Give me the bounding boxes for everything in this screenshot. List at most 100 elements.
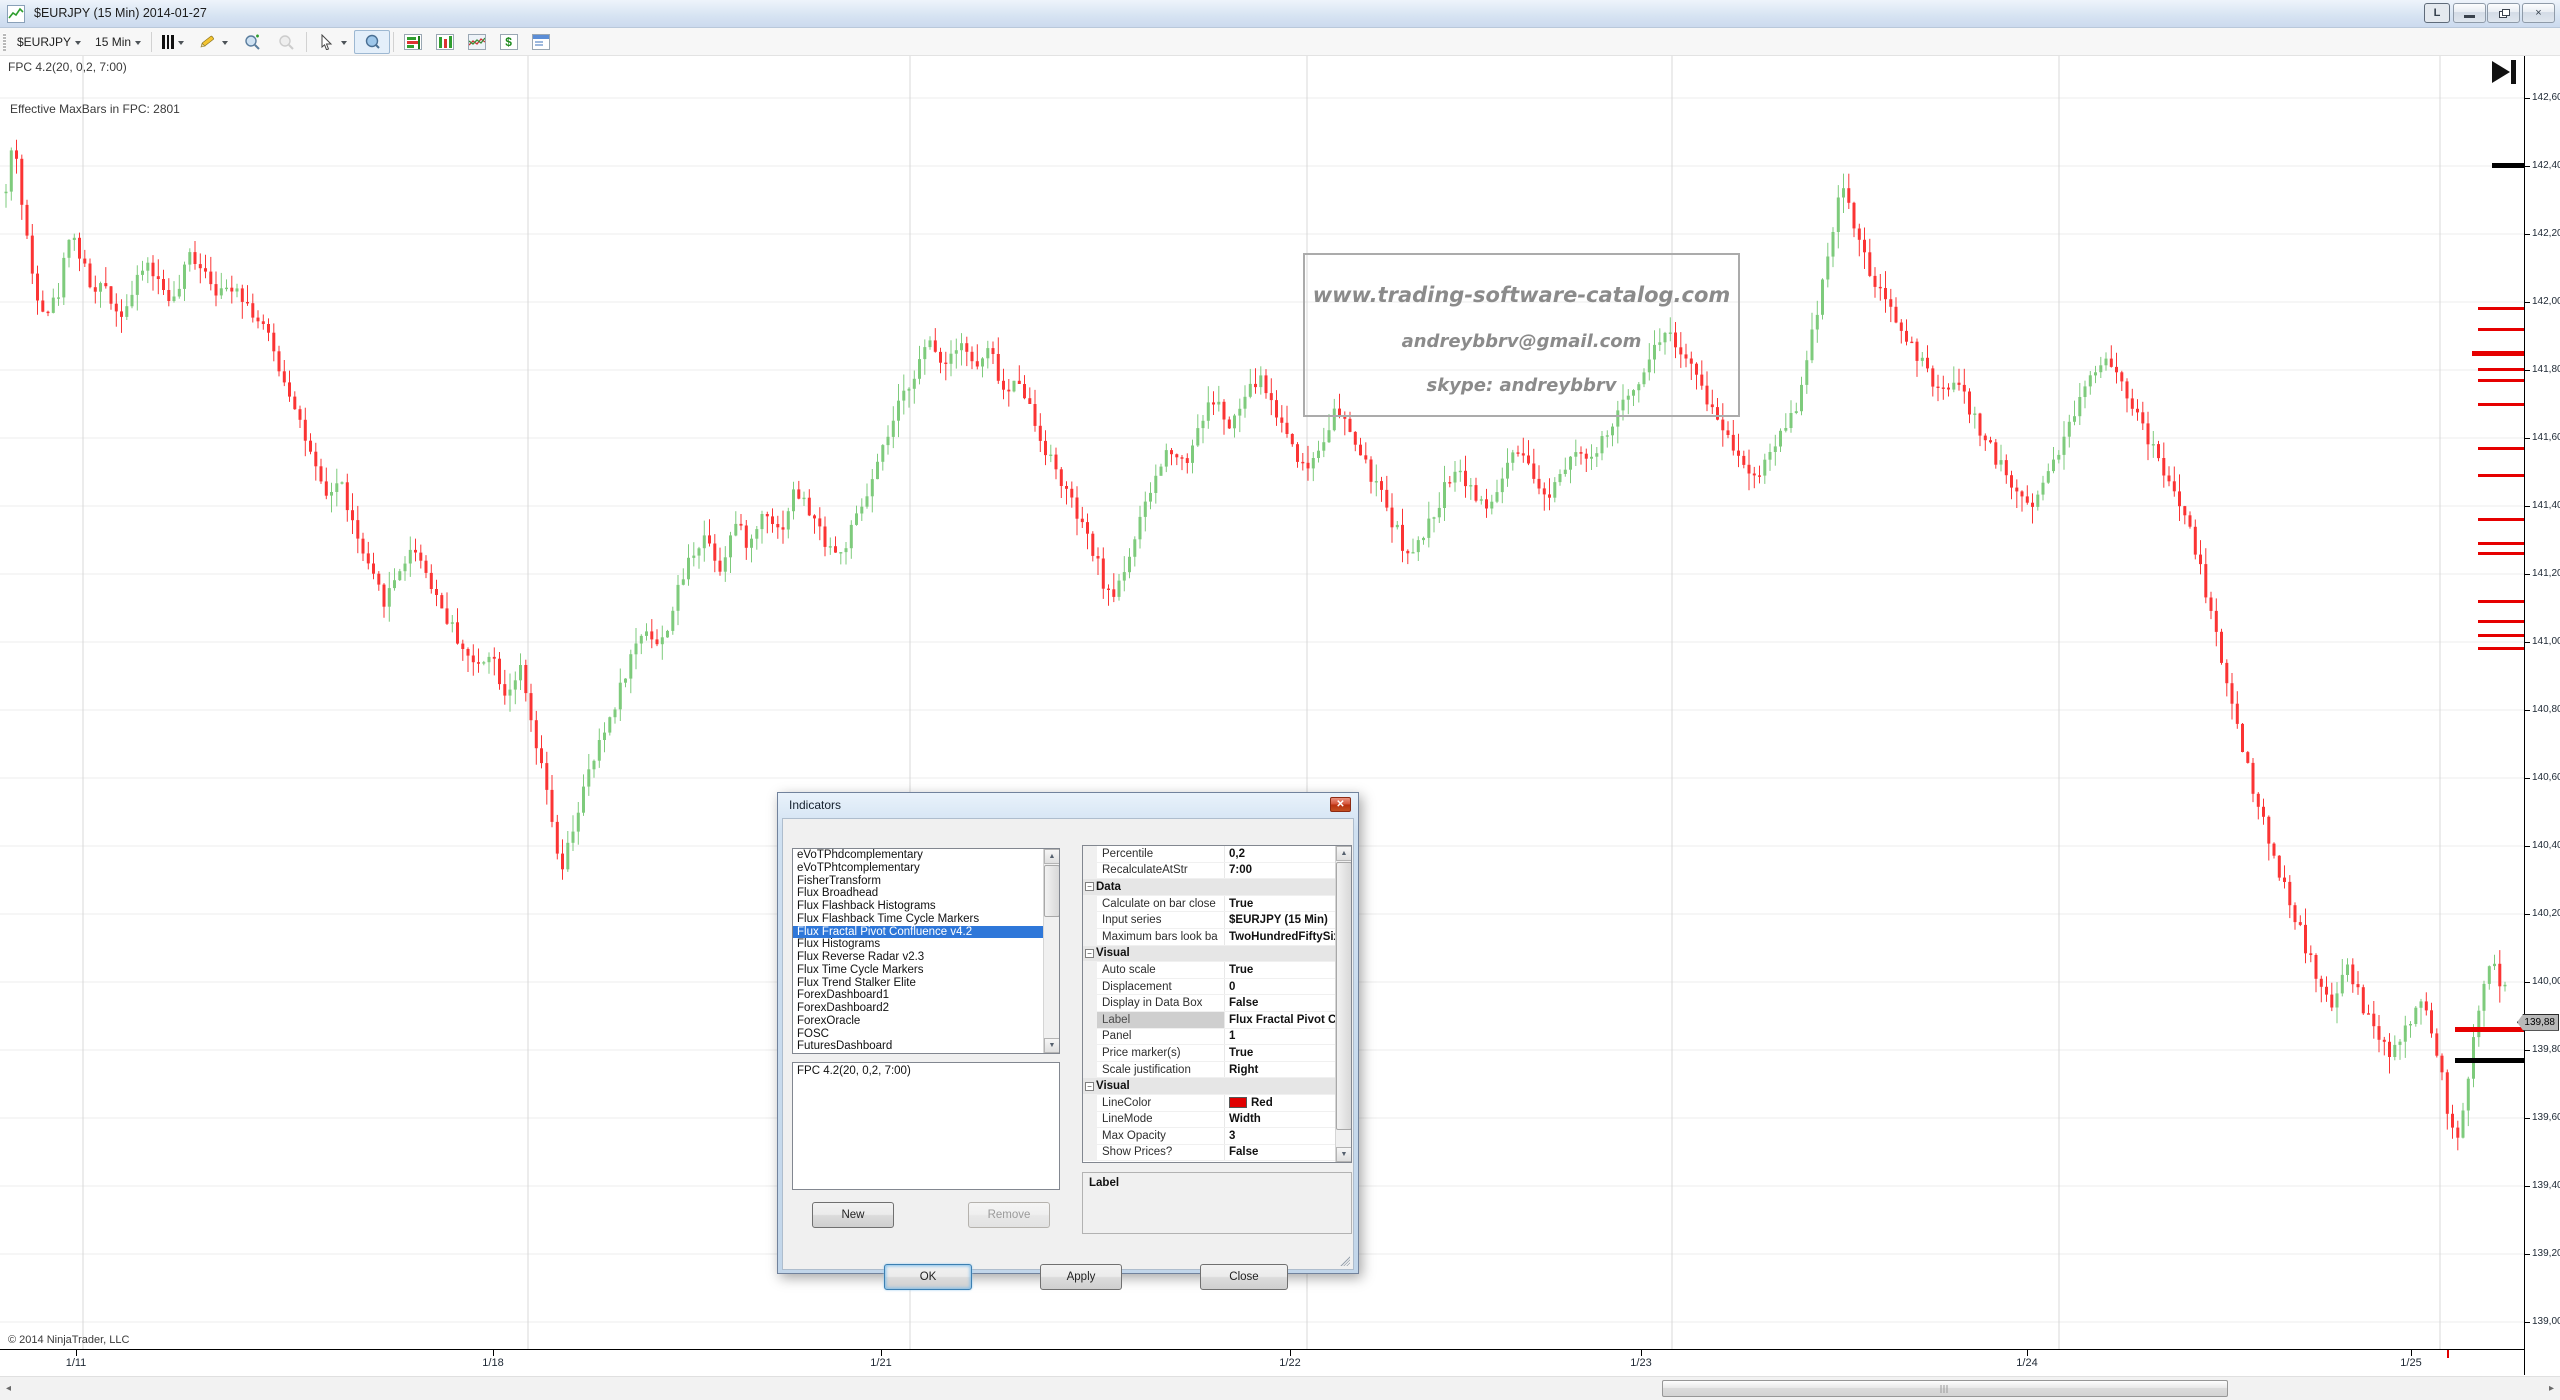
- scrollbar-thumb[interactable]: [1662, 1380, 2228, 1397]
- properties-button[interactable]: [525, 30, 557, 54]
- property-row[interactable]: Price marker(s)True: [1083, 1045, 1335, 1062]
- zoom-in-button[interactable]: [235, 30, 269, 54]
- indicator-list-item[interactable]: Flux Fractal Pivot Confluence v4.2: [793, 926, 1043, 939]
- price-tick-label: 140,00: [2532, 976, 2560, 987]
- indicator-list-item[interactable]: FOSC: [793, 1028, 1043, 1041]
- scroll-up-arrow-icon[interactable]: ▲: [1336, 846, 1352, 861]
- time-tick-label: 1/18: [482, 1357, 503, 1369]
- indicator-list-item[interactable]: Flux Reverse Radar v2.3: [793, 951, 1043, 964]
- property-row[interactable]: Display in Data BoxFalse: [1083, 995, 1335, 1012]
- bars-panel-button[interactable]: [429, 30, 461, 54]
- grid-scrollbar[interactable]: ▲ ▼: [1335, 846, 1351, 1162]
- toolbar-grip[interactable]: [3, 33, 6, 51]
- indicator-list-item[interactable]: Flux Broadhead: [793, 887, 1043, 900]
- dialog-close-button[interactable]: ✕: [1330, 797, 1351, 812]
- new-button[interactable]: New: [812, 1202, 894, 1228]
- watermark-box: www.trading-software-catalog.com andreyb…: [1303, 253, 1740, 417]
- minimize-icon: [2464, 15, 2475, 18]
- bar-type-button[interactable]: [155, 30, 191, 54]
- configured-indicator-item[interactable]: FPC 4.2(20, 0,2, 7:00): [793, 1063, 1059, 1077]
- grid-scrollbar-thumb[interactable]: [1336, 862, 1352, 1130]
- minimize-button[interactable]: [2453, 3, 2486, 23]
- indicator-list-item[interactable]: Flux Time Cycle Markers: [793, 964, 1043, 977]
- property-category-row[interactable]: −Data: [1083, 879, 1335, 896]
- property-row[interactable]: Percentile0,2: [1083, 846, 1335, 863]
- chart-trader-button[interactable]: [397, 30, 429, 54]
- indicator-list-item[interactable]: Flux Histograms: [793, 938, 1043, 951]
- properties-icon: [532, 34, 550, 50]
- indicator-list-item[interactable]: ForexDashboard2: [793, 1002, 1043, 1015]
- zoom-out-button[interactable]: [269, 30, 303, 54]
- current-time-tick: [2447, 1350, 2449, 1358]
- property-row[interactable]: Displacement0: [1083, 979, 1335, 996]
- indicator-list-item[interactable]: Flux Flashback Histograms: [793, 900, 1043, 913]
- indicator-list-item[interactable]: FisherTransform: [793, 875, 1043, 888]
- indicators-dialog: Indicators ✕ eVoTPhdcomplementaryeVoTPht…: [777, 792, 1359, 1274]
- ok-button[interactable]: OK: [884, 1264, 972, 1290]
- property-row[interactable]: LineModeWidth: [1083, 1112, 1335, 1129]
- property-category-row[interactable]: −Visual: [1083, 946, 1335, 963]
- property-row[interactable]: Max Opacity3: [1083, 1128, 1335, 1145]
- instrument-selector[interactable]: $EURJPY: [10, 30, 88, 54]
- list-scrollbar-thumb[interactable]: [1044, 865, 1060, 917]
- property-row[interactable]: Scale justificationRight: [1083, 1062, 1335, 1079]
- interval-selector[interactable]: 15 Min: [88, 30, 148, 54]
- indicator-level-line: [2478, 634, 2524, 637]
- collapse-icon[interactable]: −: [1085, 949, 1094, 958]
- price-tick: [2525, 778, 2530, 779]
- property-row[interactable]: Input series$EURJPY (15 Min): [1083, 912, 1335, 929]
- regions-button[interactable]: [461, 30, 493, 54]
- apply-button[interactable]: Apply: [1040, 1264, 1122, 1290]
- line-chart-icon: [468, 34, 486, 50]
- cursor-button[interactable]: [310, 30, 354, 54]
- indicator-list-item[interactable]: Flux Trend Stalker Elite: [793, 977, 1043, 990]
- property-row[interactable]: Maximum bars look baTwoHundredFiftySix: [1083, 929, 1335, 946]
- data-box-button[interactable]: [354, 30, 390, 54]
- close-button[interactable]: Close: [1200, 1264, 1288, 1290]
- list-scrollbar[interactable]: ▲ ▼: [1043, 849, 1059, 1053]
- scroll-down-arrow-icon[interactable]: ▼: [1044, 1038, 1060, 1053]
- watermark-skype: skype: andreybbrv: [1305, 375, 1738, 396]
- indicator-list-item[interactable]: eVoTPhdcomplementary: [793, 849, 1043, 862]
- scroll-up-arrow-icon[interactable]: ▲: [1044, 849, 1060, 864]
- property-row[interactable]: RecalculateAtStr7:00: [1083, 863, 1335, 880]
- collapse-icon[interactable]: −: [1085, 882, 1094, 891]
- indicator-list-item[interactable]: eVoTPhtcomplementary: [793, 862, 1043, 875]
- property-row[interactable]: LabelFlux Fractal Pivot Conf: [1083, 1012, 1335, 1029]
- horizontal-scrollbar[interactable]: ◂ ▸: [0, 1376, 2560, 1400]
- price-axis-line: [2524, 56, 2525, 1375]
- resize-grip-icon[interactable]: [1338, 1254, 1350, 1266]
- scroll-right-arrow-icon[interactable]: ▸: [2549, 1381, 2554, 1397]
- restore-button[interactable]: [2487, 3, 2520, 23]
- indicator-level-line: [2478, 620, 2524, 623]
- indicator-list-item[interactable]: Flux Flashback Time Cycle Markers: [793, 913, 1043, 926]
- property-category-row[interactable]: −Visual: [1083, 1078, 1335, 1095]
- property-row[interactable]: Show Prices?False: [1083, 1145, 1335, 1162]
- indicator-level-line: [2455, 1027, 2524, 1032]
- property-row[interactable]: Calculate on bar closeTrue: [1083, 896, 1335, 913]
- indicator-list-item[interactable]: FuturesDashboard: [793, 1040, 1043, 1053]
- dollar-button[interactable]: $: [493, 30, 525, 54]
- indicator-list-item[interactable]: ForexOracle: [793, 1015, 1043, 1028]
- scroll-left-arrow-icon[interactable]: ◂: [6, 1381, 11, 1397]
- lock-window-button[interactable]: L: [2424, 3, 2450, 23]
- price-tick-label: 139,00: [2532, 1316, 2560, 1327]
- close-window-button[interactable]: ×: [2522, 3, 2555, 23]
- time-tick: [1290, 1350, 1291, 1356]
- drawing-tools-button[interactable]: [191, 30, 235, 54]
- property-row[interactable]: Auto scaleTrue: [1083, 962, 1335, 979]
- property-row[interactable]: Panel1: [1083, 1029, 1335, 1046]
- price-tick: [2525, 234, 2530, 235]
- maxbars-label: Effective MaxBars in FPC: 2801: [10, 102, 180, 116]
- indicator-list[interactable]: eVoTPhdcomplementaryeVoTPhtcomplementary…: [792, 848, 1060, 1054]
- price-tick-label: 140,60: [2532, 772, 2560, 783]
- price-tick: [2525, 166, 2530, 167]
- property-row[interactable]: LineColorRed: [1083, 1095, 1335, 1112]
- scroll-down-arrow-icon[interactable]: ▼: [1336, 1147, 1352, 1162]
- configured-indicators-box[interactable]: FPC 4.2(20, 0,2, 7:00): [792, 1062, 1060, 1190]
- collapse-icon[interactable]: −: [1085, 1082, 1094, 1091]
- indicator-list-item[interactable]: ForexDashboard1: [793, 989, 1043, 1002]
- price-tick: [2525, 914, 2530, 915]
- property-grid[interactable]: Percentile0,2RecalculateAtStr7:00−DataCa…: [1082, 845, 1352, 1163]
- go-to-last-bar-icon[interactable]: [2490, 57, 2520, 94]
